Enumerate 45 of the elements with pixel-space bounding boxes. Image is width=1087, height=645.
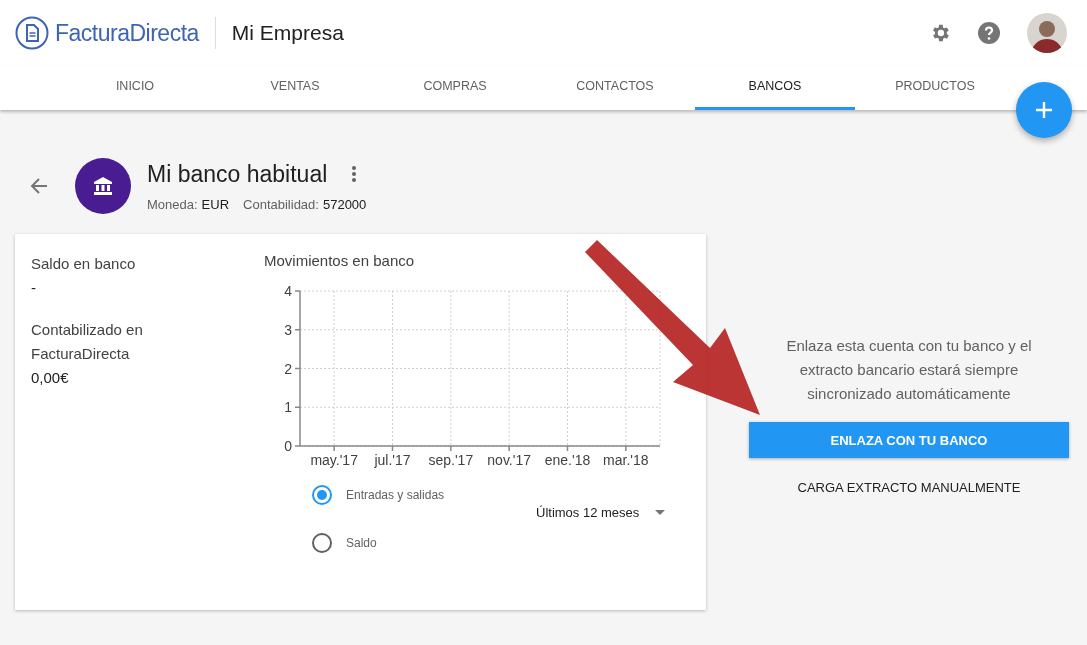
nav-tab[interactable]: BANCOS	[695, 66, 855, 110]
currency-label: Moneda:	[147, 196, 198, 212]
x-axis-label: may.'17	[310, 452, 358, 468]
y-axis-label: 2	[284, 360, 292, 377]
accounting-value: 572000	[322, 196, 367, 212]
help-icon[interactable]	[977, 21, 1001, 45]
logo-text: FacturaDirecta	[55, 19, 199, 47]
caret-icon	[655, 510, 666, 515]
currency-value: EUR	[201, 196, 230, 212]
x-axis-label: ene.'18	[544, 452, 591, 468]
more-options-icon[interactable]	[351, 165, 358, 183]
x-axis-label: jul.'17	[374, 452, 411, 468]
x-axis-label: sep.'17	[428, 452, 474, 468]
x-axis-label: mar.'18	[603, 452, 649, 468]
nav-tab[interactable]: VENTAS	[215, 66, 375, 110]
nav-tab[interactable]: INICIO	[55, 66, 215, 110]
nav-tab[interactable]: COMPRAS	[375, 66, 535, 110]
radio-label[interactable]: Saldo	[346, 536, 377, 550]
x-axis-label: nov.'17	[487, 452, 531, 468]
y-axis-label: 4	[284, 283, 292, 299]
back-arrow-icon[interactable]	[30, 178, 48, 194]
y-axis-label: 3	[284, 321, 292, 338]
add-button[interactable]	[1016, 82, 1072, 138]
link-info-text: Enlaza esta cuenta con tu banco y el extracto bancario estará siempre sincronizado automáticamente	[785, 336, 1033, 404]
plus-icon	[1035, 101, 1053, 119]
y-axis-label: 0	[284, 438, 292, 454]
summary-label: Saldo en banco	[31, 254, 137, 274]
summary-value: 0,00€	[31, 368, 70, 388]
nav-tab[interactable]: CONTACTOS	[535, 66, 695, 110]
document-logo-icon	[15, 16, 49, 50]
summary-label: Contabilizado en FacturaDirecta	[31, 320, 144, 364]
y-axis-label: 1	[284, 399, 292, 416]
period-dropdown[interactable]: Últimos 12 meses	[536, 505, 666, 520]
radio-label[interactable]: Entradas y salidas	[346, 488, 445, 502]
summary-value: -	[31, 278, 37, 298]
nav-tab[interactable]: PRODUCTOS	[855, 66, 1015, 110]
chart-title: Movimientos en banco	[264, 252, 416, 269]
accounting-label: Contabilidad:	[243, 196, 319, 212]
radio-button[interactable]	[312, 485, 332, 505]
radio-button[interactable]	[312, 533, 332, 553]
company-name: Mi Empresa	[214, 17, 344, 49]
upload-statement-button[interactable]: CARGA EXTRACTO MANUALMENTE	[789, 474, 1029, 501]
account-name: Mi banco habitual	[147, 160, 328, 188]
avatar[interactable]	[1027, 13, 1067, 53]
bank-icon	[92, 175, 114, 197]
